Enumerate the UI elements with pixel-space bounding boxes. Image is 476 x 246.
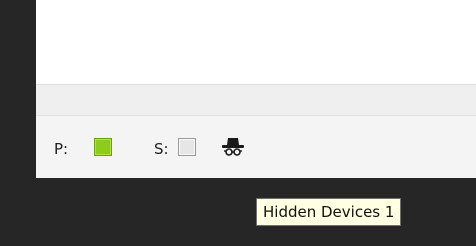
horizontal-scroll-strip[interactable] <box>36 84 476 116</box>
secondary-label: S: <box>154 140 169 158</box>
desktop-background: P: S: Hidden Devices 1 <box>0 0 476 246</box>
hidden-devices-tooltip: Hidden Devices 1 <box>256 198 402 226</box>
application-panel: P: S: <box>36 0 476 178</box>
content-area <box>36 0 476 84</box>
primary-color-swatch[interactable] <box>94 138 112 156</box>
spy-icon <box>222 138 244 156</box>
hidden-devices-button[interactable] <box>220 136 246 158</box>
status-bar: P: S: <box>36 116 476 178</box>
secondary-color-swatch[interactable] <box>178 138 196 156</box>
primary-label: P: <box>54 140 69 158</box>
